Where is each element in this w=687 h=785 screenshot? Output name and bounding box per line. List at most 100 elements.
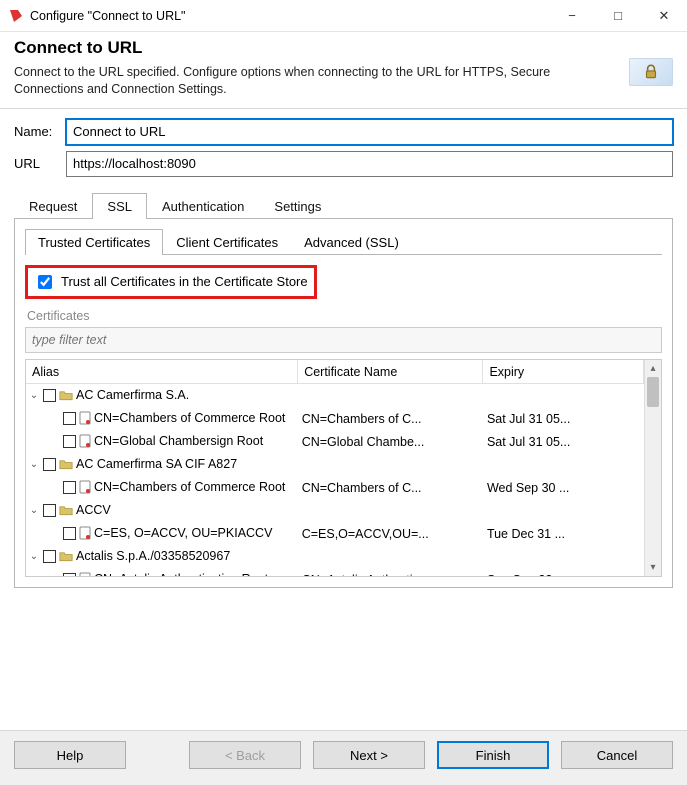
subtab-advanced-ssl[interactable]: Advanced (SSL) [291, 229, 412, 255]
close-button[interactable]: ✕ [641, 0, 687, 32]
row-checkbox[interactable] [63, 481, 76, 494]
row-checkbox[interactable] [43, 550, 56, 563]
table-row[interactable]: ⌄ AC Camerfirma SA CIF A827 [26, 453, 644, 476]
folder-icon [59, 505, 73, 516]
row-checkbox[interactable] [63, 412, 76, 425]
row-checkbox[interactable] [63, 527, 76, 540]
alias-label: AC Camerfirma SA CIF A827 [76, 457, 237, 471]
tab-settings[interactable]: Settings [259, 193, 336, 219]
certificate-icon [79, 572, 91, 576]
certificates-filter[interactable] [25, 327, 662, 353]
alias-label: ACCV [76, 503, 111, 517]
scroll-up-icon[interactable]: ▴ [645, 360, 661, 377]
cert-name-cell: CN=Global Chambe... [298, 430, 483, 453]
folder-icon [59, 390, 73, 401]
expiry-cell: Sun Sep 22 ... [483, 568, 644, 576]
folder-icon [59, 459, 73, 470]
chevron-down-icon[interactable]: ⌄ [28, 505, 40, 516]
cert-name-cell [298, 545, 483, 568]
app-icon [8, 8, 24, 24]
ssl-subtabs: Trusted Certificates Client Certificates… [25, 229, 662, 255]
cert-name-cell: CN=Chambers of C... [298, 476, 483, 499]
expiry-cell: Tue Dec 31 ... [483, 522, 644, 545]
certificates-scrollbar[interactable]: ▴ ▾ [644, 360, 661, 576]
col-expiry[interactable]: Expiry [483, 360, 644, 384]
alias-label: C=ES, O=ACCV, OU=PKIACCV [94, 526, 272, 540]
dialog-body: Name: URL Request SSL Authentication Set… [0, 109, 687, 588]
cert-name-cell: C=ES,O=ACCV,OU=... [298, 522, 483, 545]
expiry-cell: Sat Jul 31 05... [483, 430, 644, 453]
row-checkbox[interactable] [63, 435, 76, 448]
url-field[interactable] [66, 151, 673, 177]
minimize-button[interactable]: − [549, 0, 595, 32]
table-row[interactable]: ⌄Actalis S.p.A./03358520967 [26, 545, 644, 568]
expiry-cell [483, 545, 644, 568]
expiry-cell [483, 384, 644, 408]
alias-label: CN=Global Chambersign Root [94, 434, 263, 448]
table-row[interactable]: C=ES, O=ACCV, OU=PKIACCV C=ES,O=ACCV,OU=.… [26, 522, 644, 545]
tab-panel-ssl: Trusted Certificates Client Certificates… [14, 219, 673, 588]
subtab-client-certs[interactable]: Client Certificates [163, 229, 291, 255]
next-button[interactable]: Next > [313, 741, 425, 769]
table-row[interactable]: CN=Chambers of Commerce RootCN=Chambers … [26, 407, 644, 430]
cert-name-cell: CN=Actalis Authenti... [298, 568, 483, 576]
expiry-cell [483, 453, 644, 476]
certificates-group-label: Certificates [27, 309, 662, 323]
subtab-trusted-certs[interactable]: Trusted Certificates [25, 229, 163, 255]
cert-name-cell: CN=Chambers of C... [298, 407, 483, 430]
table-row[interactable]: ⌄ AC Camerfirma S.A. [26, 384, 644, 408]
scroll-thumb[interactable] [647, 377, 659, 407]
page-title: Connect to URL [14, 38, 619, 58]
tab-authentication[interactable]: Authentication [147, 193, 259, 219]
chevron-down-icon[interactable]: ⌄ [28, 551, 40, 562]
page-description: Connect to the URL specified. Configure … [14, 64, 619, 98]
cert-name-cell [298, 384, 483, 408]
chevron-down-icon[interactable]: ⌄ [28, 390, 40, 401]
tab-request[interactable]: Request [14, 193, 92, 219]
row-checkbox[interactable] [43, 504, 56, 517]
cert-name-cell [298, 499, 483, 522]
expiry-cell [483, 499, 644, 522]
certificates-table: Alias Certificate Name Expiry ⌄ AC Camerf… [25, 359, 662, 577]
cert-name-cell [298, 453, 483, 476]
row-checkbox[interactable] [63, 573, 76, 576]
certificate-icon [79, 411, 91, 425]
row-checkbox[interactable] [43, 458, 56, 471]
annotation-highlight: Trust all Certificates in the Certificat… [25, 265, 317, 299]
certificate-icon [79, 480, 91, 494]
wizard-buttons: Help < Back Next > Finish Cancel [0, 730, 687, 785]
window-titlebar: Configure "Connect to URL" − □ ✕ [0, 0, 687, 32]
back-button[interactable]: < Back [189, 741, 301, 769]
table-row[interactable]: CN=Global Chambersign Root CN=Global Cham… [26, 430, 644, 453]
table-row[interactable]: ⌄ ACCV [26, 499, 644, 522]
tab-ssl[interactable]: SSL [92, 193, 147, 219]
help-button[interactable]: Help [14, 741, 126, 769]
chevron-down-icon[interactable]: ⌄ [28, 459, 40, 470]
expiry-cell: Sat Jul 31 05... [483, 407, 644, 430]
main-tabs: Request SSL Authentication Settings [14, 193, 673, 219]
name-label: Name: [14, 124, 66, 139]
alias-label: CN=Chambers of Commerce Root [94, 480, 285, 494]
col-alias[interactable]: Alias [26, 360, 298, 384]
row-checkbox[interactable] [43, 389, 56, 402]
dialog-header: Connect to URL Connect to the URL specif… [0, 32, 687, 109]
name-field[interactable] [66, 119, 673, 145]
scroll-down-icon[interactable]: ▾ [645, 559, 661, 576]
url-label: URL [14, 156, 66, 171]
finish-button[interactable]: Finish [437, 741, 549, 769]
header-lock-icon [629, 58, 673, 86]
maximize-button[interactable]: □ [595, 0, 641, 32]
certificate-icon [79, 526, 91, 540]
alias-label: AC Camerfirma S.A. [76, 388, 189, 402]
trust-all-checkbox[interactable] [38, 275, 52, 289]
table-row[interactable]: CN=Chambers of Commerce Root CN=Chambers … [26, 476, 644, 499]
col-cert-name[interactable]: Certificate Name [298, 360, 483, 384]
folder-icon [59, 551, 73, 562]
trust-all-label: Trust all Certificates in the Certificat… [61, 274, 308, 289]
expiry-cell: Wed Sep 30 ... [483, 476, 644, 499]
window-title: Configure "Connect to URL" [30, 9, 549, 23]
certificate-icon [79, 434, 91, 448]
cancel-button[interactable]: Cancel [561, 741, 673, 769]
table-row[interactable]: CN=Actalis Authentication Root CN=Actalis… [26, 568, 644, 576]
alias-label: CN=Actalis Authentication Root [94, 572, 268, 576]
